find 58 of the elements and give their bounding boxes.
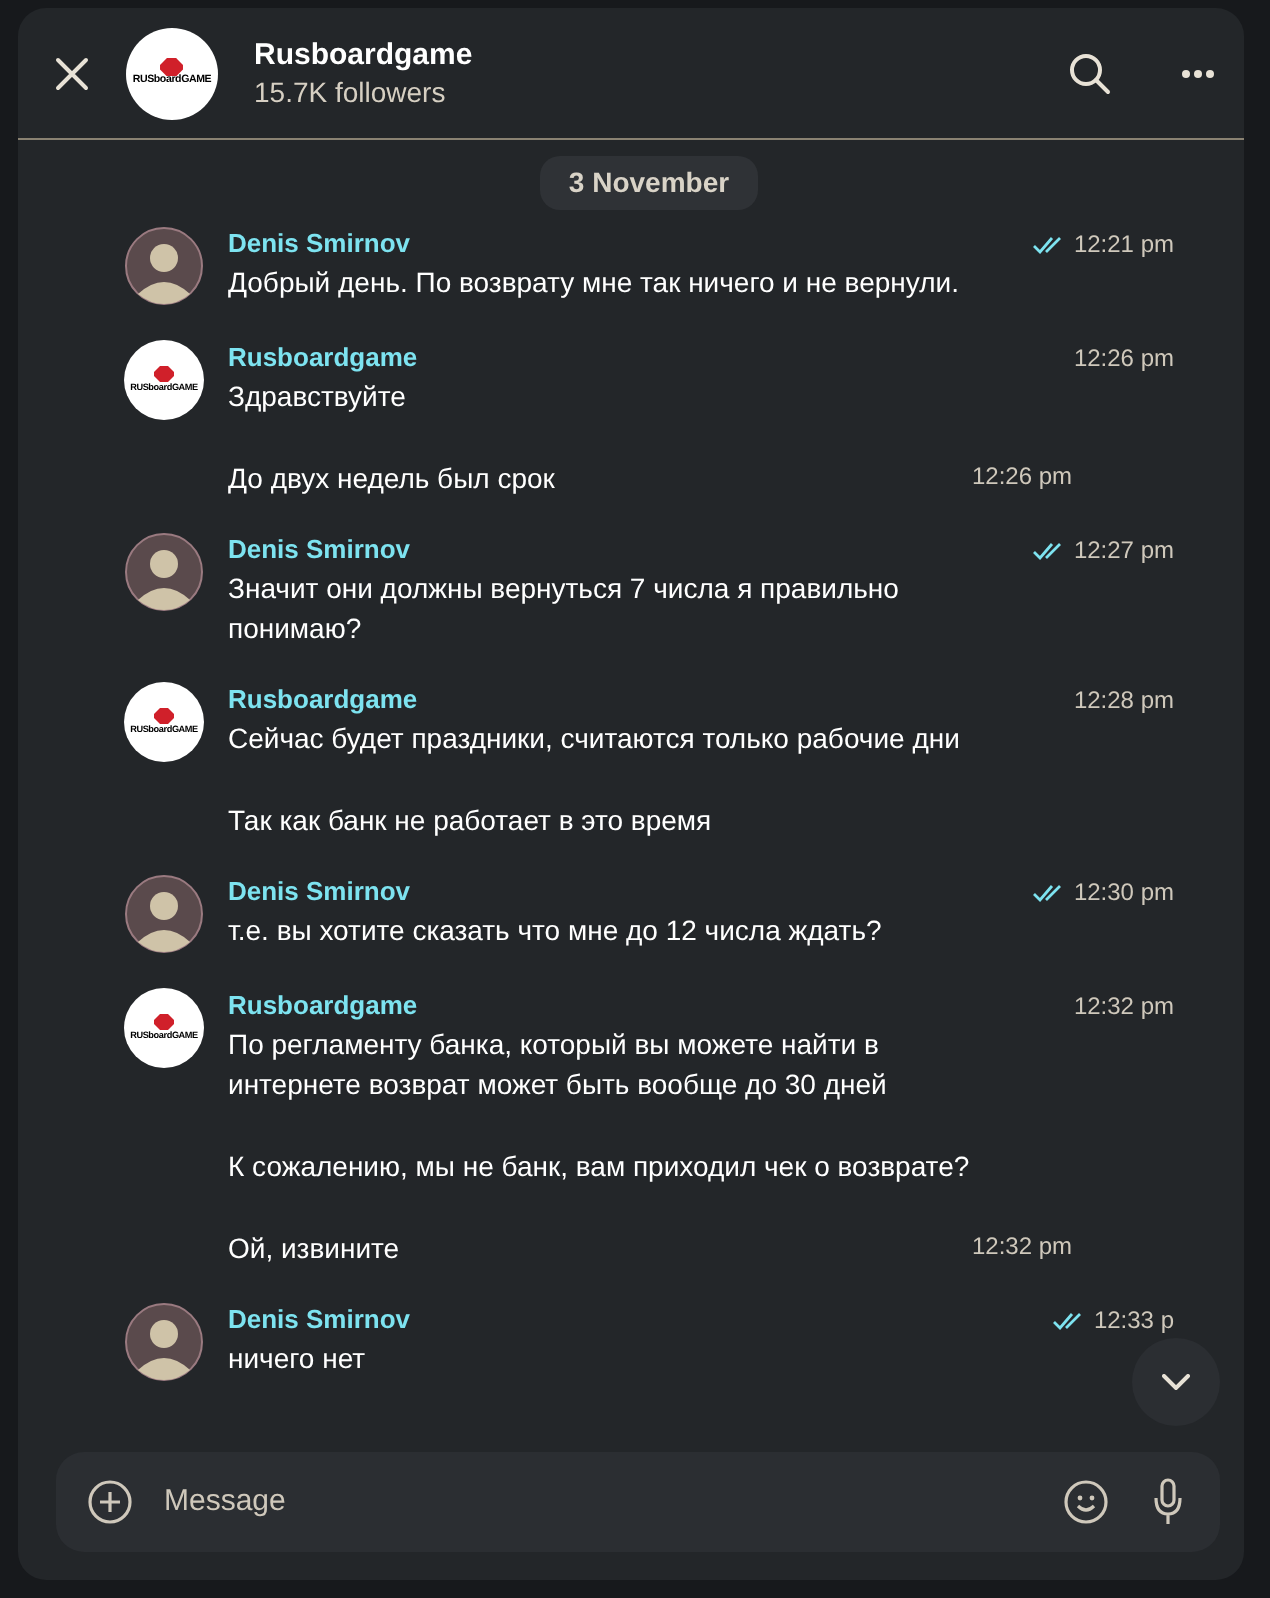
read-checkmark-icon [1031,883,1066,901]
attach-button[interactable] [88,1480,132,1524]
close-icon [54,55,90,91]
message-time: 12:33 p [1093,1304,1174,1338]
message-time: 12:28 pm [1073,684,1174,718]
message-text: Здравствуйте [228,378,408,416]
octagon-icon [154,708,174,725]
message-time: 12:27 pm [1073,534,1174,568]
microphone-icon [1152,1478,1184,1526]
message-text: ничего нет [228,1340,368,1378]
message-time: 12:32 pm [972,1230,1073,1264]
message-time: 12:26 pm [1073,342,1174,376]
message-text: Значит они должны вернуться 7 числа я правильно понимаю? [228,570,901,648]
message-time: 12:30 pm [1073,876,1174,910]
message-time: 12:21 pm [1073,228,1174,262]
message-time: 12:26 pm [972,460,1073,494]
user-avatar [124,874,204,954]
read-checkmark-icon [1031,235,1066,253]
message-text: К сожалению, мы не банк, вам приходил чек о возврате? [228,1148,972,1186]
message-text: Так как банк не работает в это время [228,802,714,840]
octagon-icon [160,58,184,77]
message-field[interactable]: Message [56,1452,1220,1552]
smiley-icon [1064,1480,1108,1524]
more-button[interactable] [1180,67,1216,79]
sender-name: Rusboardgame [228,340,420,376]
plus-icon [88,1480,132,1524]
date-label: 3 November [540,156,758,210]
more-icon [1180,67,1216,79]
octagon-icon [154,1014,174,1031]
message-text: По регламенту банка, который вы можете найти в интернете возврат может быть вообще до 30 дней [228,1026,889,1104]
emoji-button[interactable] [1064,1480,1108,1524]
message-text: т.е. вы хотите сказать что мне до 12 числа ждать? [228,912,884,950]
sender-name: Denis Smirnov [228,874,413,910]
message-text: До двух недель был срок [228,460,557,498]
channel-title: Rusboardgame [254,37,475,73]
scroll-down-button[interactable] [1132,1338,1220,1426]
message-time: 12:32 pm [1073,990,1174,1024]
follower-count: 15.7K followers [254,73,448,109]
sender-name: Denis Smirnov [228,532,413,568]
sender-name: Denis Smirnov [228,1302,413,1338]
close-button[interactable] [54,55,90,91]
search-icon [1068,51,1112,95]
voice-button[interactable] [1152,1478,1184,1526]
message-text: Добрый день. По возврату мне так ничего и не вернули. [228,264,961,302]
chevron-down-icon [1162,1374,1190,1390]
read-checkmark-icon [1031,541,1066,559]
sender-name: Rusboardgame [228,682,420,718]
sender-name: Rusboardgame [228,988,420,1024]
message-text: Ой, извините [228,1230,402,1268]
message-text: Сейчас будет праздники, считаются только рабочие дни [228,720,962,758]
sender-name: Denis Smirnov [228,226,413,262]
search-button[interactable] [1068,51,1112,95]
message-input[interactable]: Message [160,1477,1036,1527]
user-avatar [124,532,204,612]
user-avatar [124,226,204,306]
octagon-icon [154,366,174,383]
user-avatar [124,1302,204,1382]
read-checkmark-icon [1051,1311,1086,1329]
